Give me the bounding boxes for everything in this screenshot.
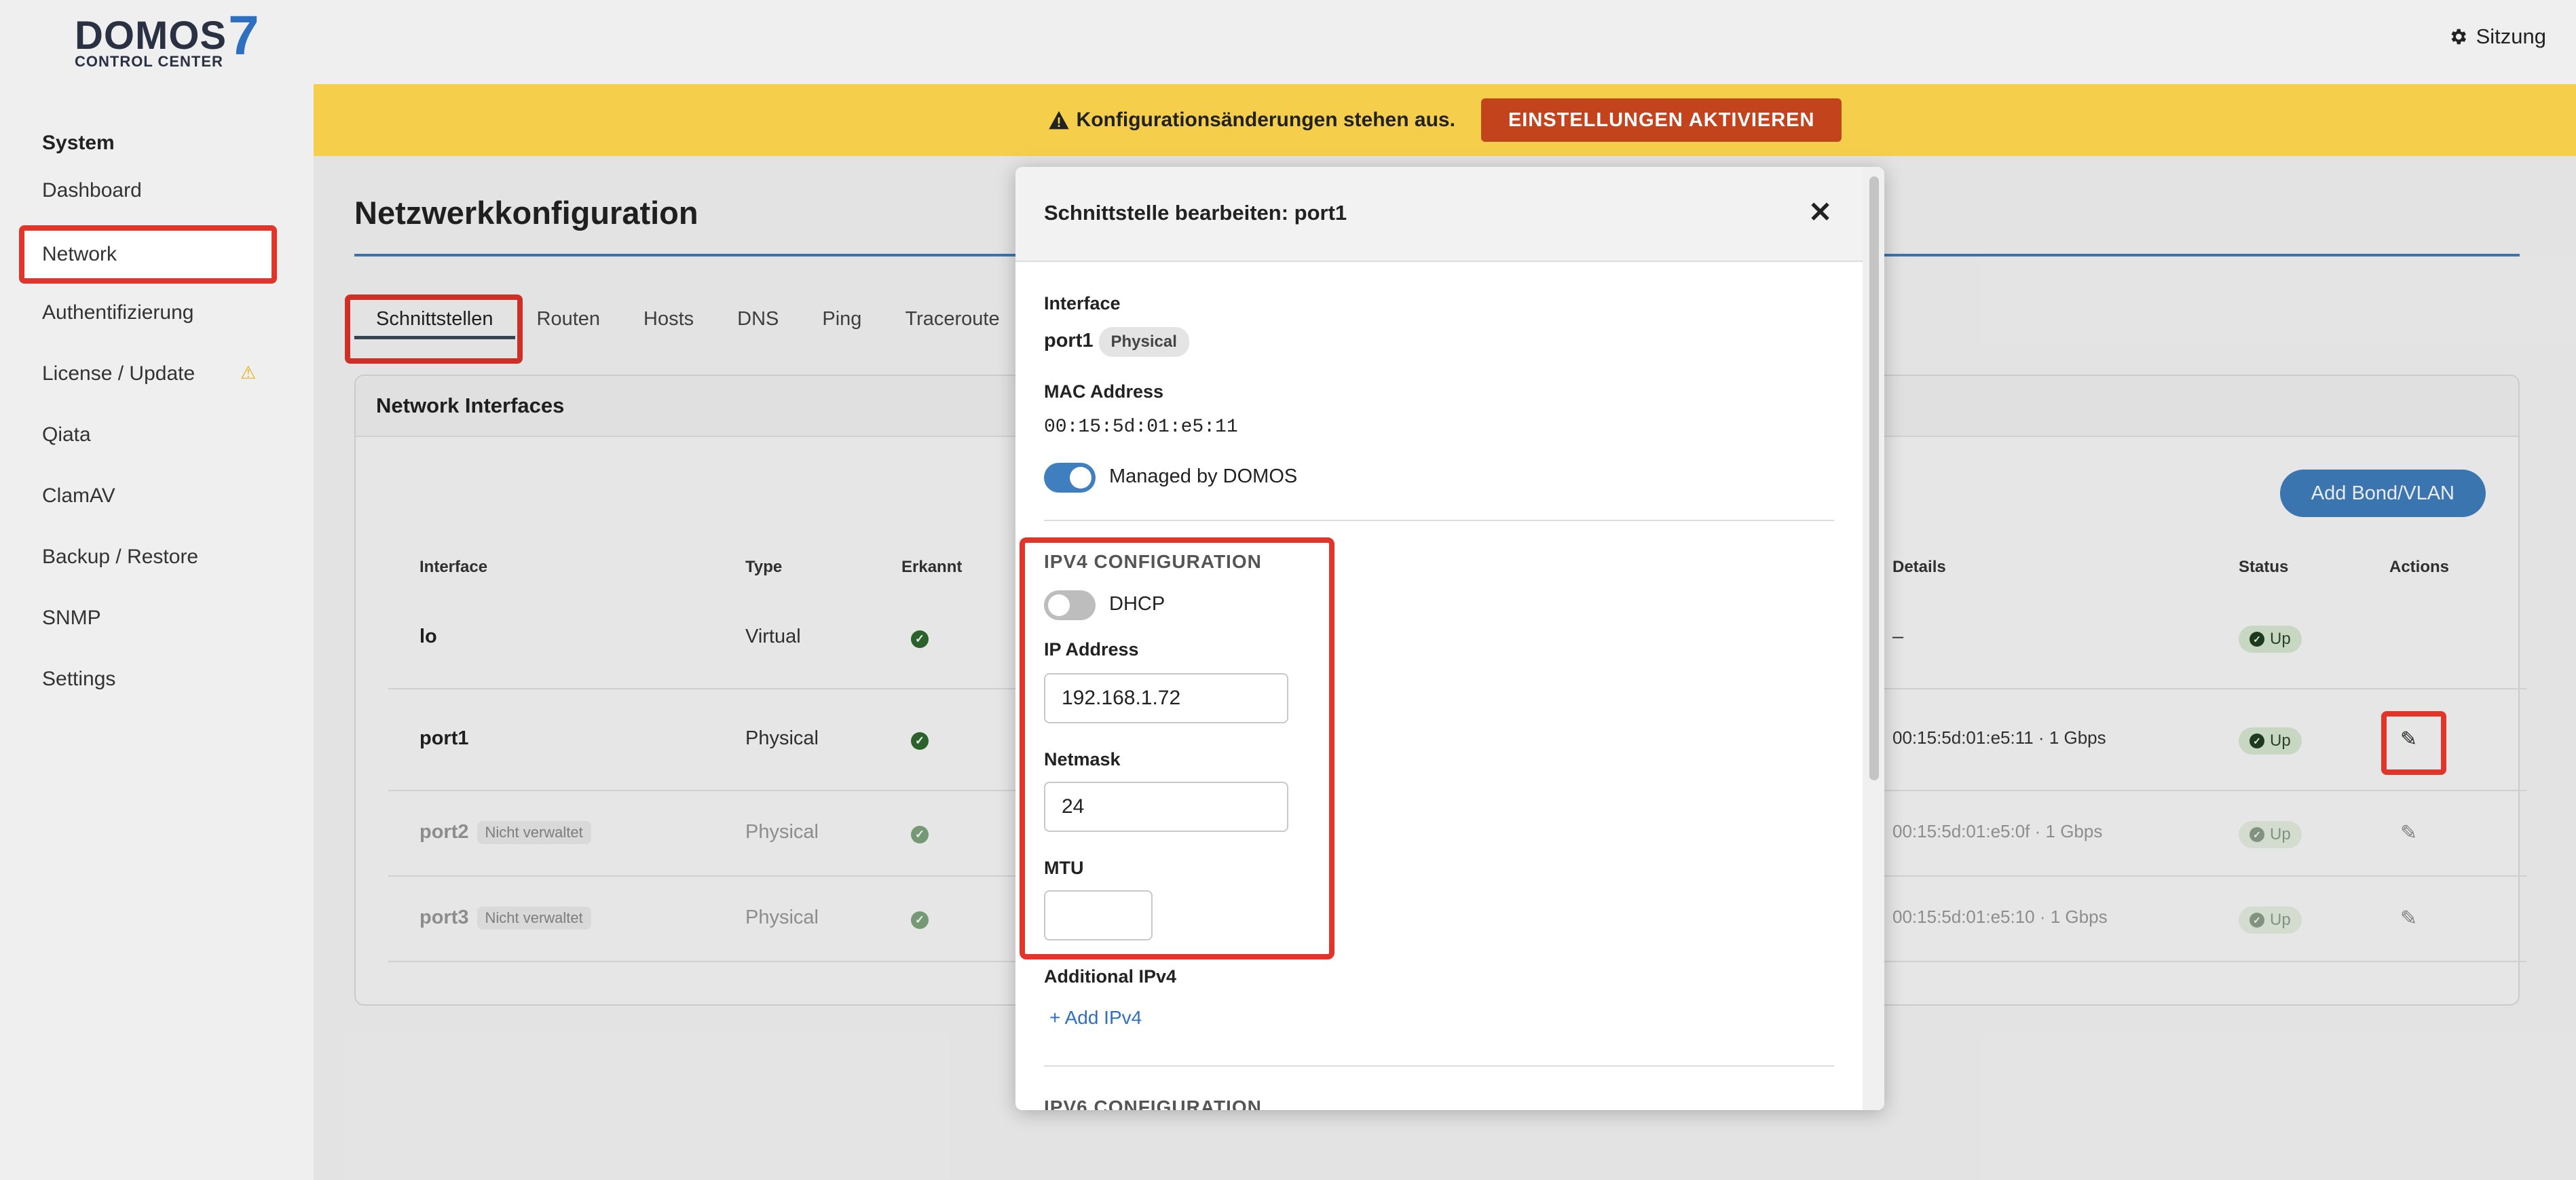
modal-title: Schnittstelle bearbeiten: port1 [1044,201,1347,225]
sidebar-item-snmp[interactable]: SNMP [42,607,101,630]
managed-toggle[interactable] [1044,463,1096,493]
session-menu[interactable]: Sitzung [2448,24,2546,49]
sidebar-heading: System [42,132,115,154]
sidebar-item-network[interactable]: Network [19,225,277,284]
pending-changes-alert: Konfigurationsänderungen stehen aus. EIN… [314,84,2576,156]
edit-highlight [2381,711,2446,775]
modal-scrollbar[interactable] [1863,167,1884,1110]
sidebar-item-label: License / Update [42,362,195,385]
mac-address-value: 00:15:5d:01:e5:11 [1044,417,1238,438]
sidebar-item-license-update[interactable]: License / Update [42,362,195,385]
additional-ipv4-label: Additional IPv4 [1044,966,1177,987]
activate-settings-button[interactable]: EINSTELLUNGEN AKTIVIEREN [1480,98,1842,142]
modal-header: Schnittstelle bearbeiten: port1 ✕ [1015,167,1863,262]
gear-icon [2451,28,2466,45]
ipv6-section-title: IPV6 CONFIGURATION [1044,1097,1262,1110]
sidebar-item-settings[interactable]: Settings [42,668,115,691]
sidebar-item-authentifizierung[interactable]: Authentifizierung [42,301,193,324]
interface-type-tag: Physical [1098,327,1189,357]
sidebar-item-backup-restore[interactable]: Backup / Restore [42,546,198,569]
alert-message: Konfigurationsänderungen stehen aus. [1076,109,1455,131]
top-bar: DOMOS7 CONTROL CENTER Sitzung [0,0,2576,84]
ipv4-highlight [1020,537,1334,959]
section-divider [1044,520,1834,521]
warning-icon: ⚠ [240,362,257,383]
edit-interface-modal: Schnittstelle bearbeiten: port1 ✕ Interf… [1015,167,1884,1110]
interface-label: Interface [1044,293,1121,313]
section-divider [1044,1065,1834,1067]
scrollbar-thumb[interactable] [1869,176,1879,780]
sidebar: System Dashboard Network Authentifizieru… [0,84,314,1180]
sidebar-item-qiata[interactable]: Qiata [42,423,91,446]
managed-toggle-label: Managed by DOMOS [1109,465,1298,487]
mac-address-label: MAC Address [1044,381,1164,402]
interface-value: port1 [1044,330,1094,351]
session-label: Sitzung [2476,24,2546,48]
sidebar-item-dashboard[interactable]: Dashboard [42,179,142,202]
logo-text: DOMOS [75,14,227,58]
domos-logo[interactable]: DOMOS7 CONTROL CENTER [75,8,260,71]
close-icon[interactable]: ✕ [1808,195,1832,229]
warning-icon [1048,111,1069,130]
add-ipv4-link[interactable]: + Add IPv4 [1049,1007,1142,1029]
logo-number: 7 [228,5,260,66]
sidebar-item-clamav[interactable]: ClamAV [42,484,115,508]
